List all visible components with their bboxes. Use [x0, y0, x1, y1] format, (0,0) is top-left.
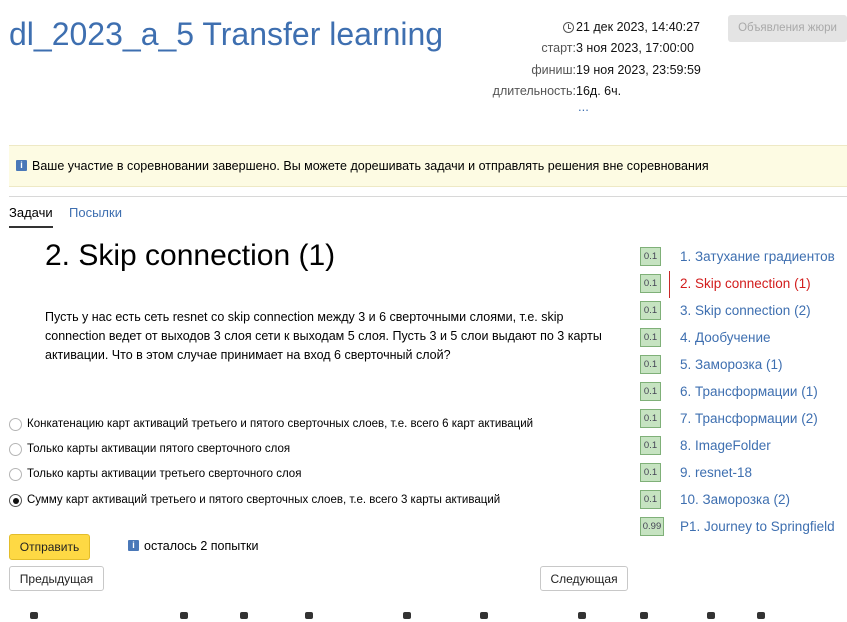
start-row: старт: 3 ноя 2023, 17:00:00 — [470, 38, 720, 58]
problem-list-item[interactable]: 0.1 7. Трансформации (2) — [640, 408, 847, 430]
problem-list-item[interactable]: 0.1 4. Дообучение — [640, 327, 847, 349]
attempts-left: осталось 2 попытки — [144, 539, 259, 553]
problem-title: 2. Skip connection (1) — [45, 239, 336, 272]
problem-link[interactable]: 9. resnet-18 — [680, 465, 752, 481]
problem-link[interactable]: 6. Трансформации (1) — [680, 384, 818, 400]
clock-icon — [563, 22, 574, 33]
problem-score-badge: 0.1 — [640, 355, 661, 374]
participation-notice: i Ваше участие в соревновании завершено.… — [9, 145, 847, 187]
tab-submissions[interactable]: Посылки — [69, 205, 122, 221]
problem-link[interactable]: 8. ImageFolder — [680, 438, 771, 454]
duration-value: 16д. 6ч. — [576, 84, 622, 98]
next-problem-button[interactable]: Следующая — [540, 566, 628, 591]
radio-button-selected[interactable] — [9, 494, 22, 507]
problem-score-badge: 0.1 — [640, 247, 661, 266]
start-label: старт: — [541, 41, 576, 55]
problem-list-item[interactable]: 0.1 10. Заморозка (2) — [640, 489, 847, 511]
tab-problems[interactable]: Задачи — [9, 205, 53, 228]
problem-score-badge: 0.1 — [640, 274, 661, 293]
problem-list-item[interactable]: 0.1 6. Трансформации (1) — [640, 381, 847, 403]
problem-score-badge: 0.1 — [640, 301, 661, 320]
problem-list-item[interactable]: 0.1 8. ImageFolder — [640, 435, 847, 457]
problem-score-badge: 0.1 — [640, 436, 661, 455]
problem-list-item[interactable]: 0.1 9. resnet-18 — [640, 462, 847, 484]
problem-score-badge: 0.1 — [640, 490, 661, 509]
answer-option-label[interactable]: Только карты активации третьего сверточн… — [27, 467, 301, 482]
problem-statement: Пусть у нас есть сеть resnet со skip con… — [45, 310, 602, 362]
answer-option-label[interactable]: Только карты активации пятого сверточног… — [27, 442, 290, 457]
submit-button[interactable]: Отправить — [9, 534, 90, 560]
problem-score-badge: 0.1 — [640, 382, 661, 401]
cut-off-content — [30, 612, 847, 622]
problem-list-item[interactable]: 0.99 P1. Journey to Springfield — [640, 516, 847, 538]
problem-score-badge: 0.1 — [640, 463, 661, 482]
duration-label: длительность: — [492, 84, 576, 98]
problem-link[interactable]: 5. Заморозка (1) — [680, 357, 782, 373]
more-info-link[interactable]: ... — [578, 100, 589, 114]
problem-list-item-current[interactable]: 0.1 2. Skip connection (1) — [640, 271, 847, 298]
problem-link[interactable]: 10. Заморозка (2) — [680, 492, 790, 508]
info-icon: i — [16, 160, 27, 171]
problem-link[interactable]: 1. Затухание градиентов — [680, 249, 835, 265]
duration-row: длительность: 16д. 6ч. — [470, 81, 720, 101]
problem-link[interactable]: 7. Трансформации (2) — [680, 411, 818, 427]
current-time-row: 21 дек 2023, 14:40:27 — [470, 17, 720, 37]
finish-label: финиш: — [531, 63, 576, 77]
answer-option-label[interactable]: Конкатенацию карт активаций третьего и п… — [27, 417, 533, 432]
previous-problem-button[interactable]: Предыдущая — [9, 566, 104, 591]
problem-score-badge: 0.1 — [640, 409, 661, 428]
problem-score-badge: 0.99 — [640, 517, 664, 536]
problem-score-badge: 0.1 — [640, 328, 661, 347]
notice-text: Ваше участие в соревновании завершено. В… — [32, 159, 709, 173]
problem-link[interactable]: 3. Skip connection (2) — [680, 303, 811, 319]
start-value: 3 ноя 2023, 17:00:00 — [576, 41, 694, 55]
current-time: 21 дек 2023, 14:40:27 — [576, 20, 700, 34]
info-icon: i — [128, 540, 139, 551]
finish-value: 19 ноя 2023, 23:59:59 — [576, 63, 701, 77]
problem-list-item[interactable]: 0.1 5. Заморозка (1) — [640, 354, 847, 376]
problem-link[interactable]: 2. Skip connection (1) — [680, 276, 811, 292]
jury-announcements-button[interactable]: Объявления жюри — [728, 15, 847, 42]
radio-button[interactable] — [9, 418, 22, 431]
contest-title: dl_2023_a_5 Transfer learning — [9, 16, 444, 52]
problem-list-item[interactable]: 0.1 3. Skip connection (2) — [640, 300, 847, 322]
problem-link[interactable]: P1. Journey to Springfield — [680, 519, 835, 535]
answer-option-label[interactable]: Сумму карт активаций третьего и пятого с… — [27, 493, 500, 508]
finish-row: финиш: 19 ноя 2023, 23:59:59 — [470, 60, 720, 80]
problem-list-item[interactable]: 0.1 1. Затухание градиентов — [640, 246, 847, 268]
radio-button[interactable] — [9, 468, 22, 481]
problem-link[interactable]: 4. Дообучение — [680, 330, 771, 346]
tabs-divider — [9, 196, 847, 197]
radio-button[interactable] — [9, 443, 22, 456]
